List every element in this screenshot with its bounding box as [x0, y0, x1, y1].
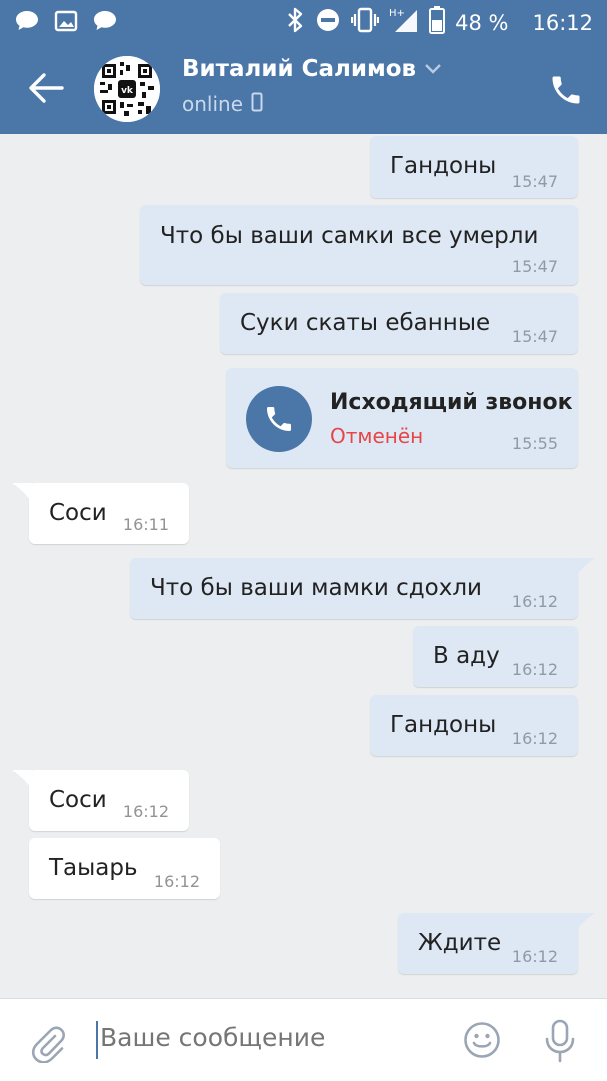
- svg-text:vk: vk: [121, 86, 134, 96]
- message-time: 16:12: [511, 729, 558, 748]
- call-title: Исходящий звонок: [330, 390, 573, 415]
- presence-row: online: [182, 92, 263, 116]
- bluetooth-icon: [285, 7, 305, 38]
- message-time: 16:12: [153, 872, 200, 891]
- image-icon: [54, 10, 78, 36]
- message-text: Гандоны: [390, 153, 497, 179]
- message-outgoing[interactable]: Суки скаты ебанные 15:47: [220, 293, 578, 354]
- battery-icon: [429, 6, 446, 39]
- message-text: Соси: [49, 500, 107, 526]
- do-not-disturb-icon: [315, 7, 341, 38]
- chevron-down-icon[interactable]: [424, 60, 442, 79]
- message-outgoing[interactable]: Гандоны 15:47: [370, 136, 578, 198]
- chat-header: vk Виталий Салимов online: [0, 42, 607, 134]
- battery-percent: 48 %: [455, 10, 509, 35]
- emoji-button[interactable]: [463, 1021, 501, 1059]
- message-text: Суки скаты ебанные: [240, 310, 491, 336]
- status-bar: H+ 48 % 16:12: [0, 0, 607, 42]
- attach-button[interactable]: [28, 1023, 68, 1064]
- message-time: 16:12: [511, 592, 558, 611]
- message-incoming[interactable]: Соси 16:12: [29, 770, 189, 831]
- message-text: Соси: [49, 787, 107, 813]
- message-time: 15:47: [511, 257, 558, 276]
- bubble-tail: [575, 558, 595, 578]
- message-text: Гандоны: [390, 712, 497, 738]
- text-cursor: [96, 1021, 98, 1059]
- paperclip-icon: [28, 1026, 68, 1067]
- call-message[interactable]: Исходящий звонок Отменён 15:55: [226, 368, 578, 468]
- phone-icon: [548, 76, 584, 112]
- back-button[interactable]: [26, 70, 66, 106]
- bubble-tail: [12, 483, 32, 503]
- message-outgoing[interactable]: В аду 16:12: [413, 626, 578, 687]
- vibrate-icon: [351, 7, 380, 38]
- message-outgoing[interactable]: Что бы ваши мамки сдохли 16:12: [130, 558, 578, 619]
- chat-icon: [14, 9, 40, 37]
- message-time: 15:47: [511, 172, 558, 191]
- message-time: 16:11: [122, 515, 169, 534]
- message-time: 16:12: [511, 660, 558, 679]
- message-text: Ждите: [418, 930, 502, 956]
- message-time: 16:12: [511, 947, 558, 966]
- message-outgoing[interactable]: Ждите 16:12: [398, 913, 578, 974]
- bubble-tail: [575, 913, 595, 933]
- call-back-button[interactable]: [246, 386, 312, 452]
- presence-status: online: [182, 92, 244, 116]
- call-button[interactable]: [548, 72, 584, 108]
- back-arrow-icon: [26, 73, 66, 110]
- svg-text:H+: H+: [389, 8, 405, 19]
- message-time: 16:12: [122, 802, 169, 821]
- emoji-icon: [463, 1022, 501, 1063]
- message-input[interactable]: [100, 1023, 440, 1052]
- clock: 16:12: [532, 10, 593, 35]
- message-outgoing[interactable]: Гандоны 16:12: [370, 695, 578, 756]
- message-feed[interactable]: Гандоны 15:47 Что бы ваши самки все умер…: [0, 134, 607, 998]
- message-composer: [0, 998, 607, 1081]
- message-text: Что бы ваши мамки сдохли: [150, 575, 482, 601]
- message-incoming[interactable]: Таыарь 16:12: [29, 838, 220, 899]
- message-text: В аду: [433, 643, 500, 669]
- message-outgoing[interactable]: Что бы ваши самки все умерли 15:47: [140, 205, 578, 285]
- avatar[interactable]: vk: [94, 56, 160, 122]
- bubble-tail: [12, 770, 32, 790]
- message-text: Таыарь: [49, 855, 138, 881]
- contact-name-row[interactable]: Виталий Салимов: [182, 56, 442, 82]
- message-incoming[interactable]: Соси 16:11: [29, 483, 189, 544]
- phone-icon: [263, 403, 295, 439]
- message-time: 15:47: [511, 327, 558, 346]
- chat-icon: [92, 9, 118, 37]
- contact-name[interactable]: Виталий Салимов: [182, 56, 416, 82]
- microphone-icon: [544, 1019, 576, 1067]
- voice-message-button[interactable]: [544, 1019, 576, 1063]
- signal-icon: H+: [389, 6, 419, 39]
- message-time: 15:55: [511, 434, 558, 453]
- call-status: Отменён: [330, 424, 424, 448]
- mobile-icon: [251, 92, 263, 116]
- message-text: Что бы ваши самки все умерли: [160, 223, 539, 249]
